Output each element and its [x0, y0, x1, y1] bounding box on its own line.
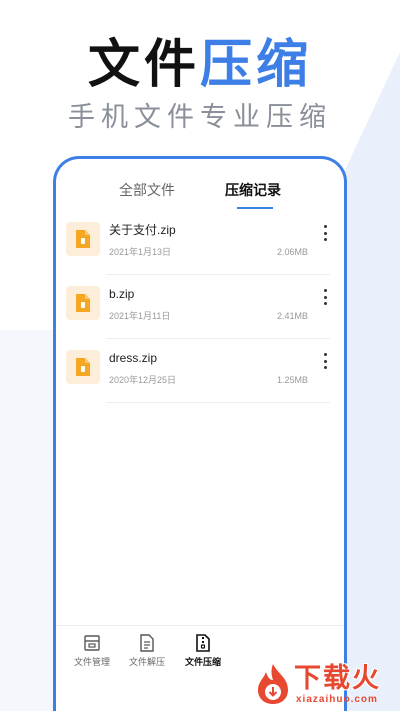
more-vertical-icon[interactable]: [320, 353, 330, 369]
file-size: 2.06MB: [276, 247, 308, 257]
tab-bar: 全部文件 压缩记录: [56, 179, 344, 213]
file-date: 2021年1月13日: [109, 247, 172, 257]
list-item[interactable]: 关于支付.zip 2021年1月13日 2.06MB: [56, 211, 344, 275]
promo-subline: 手机文件专业压缩: [68, 102, 332, 132]
zip-file-icon: [66, 222, 100, 256]
file-date: 2020年12月25日: [109, 375, 177, 385]
file-name: 关于支付.zip: [109, 223, 176, 237]
nav-label: 文件管理: [73, 657, 110, 667]
watermark-logo: 下载火 xiazaihuo.com: [248, 660, 400, 711]
file-list: 关于支付.zip 2021年1月13日 2.06MB b.zip 2021年1月…: [56, 211, 344, 403]
headline-dark-text: 文件: [87, 36, 200, 94]
headline-blue-text: 压缩: [200, 36, 313, 94]
phone-frame: 全部文件 压缩记录 关于支付.zip 2021年1月13日 2.06MB b.z…: [53, 156, 347, 711]
file-extract-icon: [140, 634, 154, 652]
file-name: b.zip: [109, 287, 135, 301]
file-size: 1.25MB: [276, 375, 308, 385]
flame-logo-icon: [258, 664, 288, 704]
active-tab-indicator: [237, 207, 273, 209]
file-date: 2021年1月11日: [109, 311, 171, 321]
watermark-url: xiazaihuo.com: [296, 694, 378, 705]
nav-file-compress[interactable]: 文件压缩: [173, 634, 233, 668]
more-vertical-icon[interactable]: [320, 225, 330, 241]
file-manage-icon: [84, 635, 100, 651]
watermark-text: 下载火: [294, 663, 381, 693]
promo-headline: 文件压缩: [0, 34, 400, 96]
more-vertical-icon[interactable]: [320, 289, 330, 305]
nav-file-manage[interactable]: 文件管理: [62, 634, 122, 668]
file-size: 2.41MB: [276, 311, 308, 321]
tab-all-files[interactable]: 全部文件: [119, 179, 175, 201]
nav-label: 文件解压: [128, 657, 165, 667]
zip-file-icon: [66, 350, 100, 384]
file-name: dress.zip: [109, 351, 158, 365]
divider: [106, 402, 330, 403]
list-item[interactable]: dress.zip 2020年12月25日 1.25MB: [56, 339, 344, 403]
tab-compress-records[interactable]: 压缩记录: [225, 179, 281, 201]
list-item[interactable]: b.zip 2021年1月11日 2.41MB: [56, 275, 344, 339]
file-compress-icon: [196, 634, 210, 652]
zip-file-icon: [66, 286, 100, 320]
nav-file-extract[interactable]: 文件解压: [117, 634, 177, 668]
nav-label: 文件压缩: [184, 657, 221, 667]
